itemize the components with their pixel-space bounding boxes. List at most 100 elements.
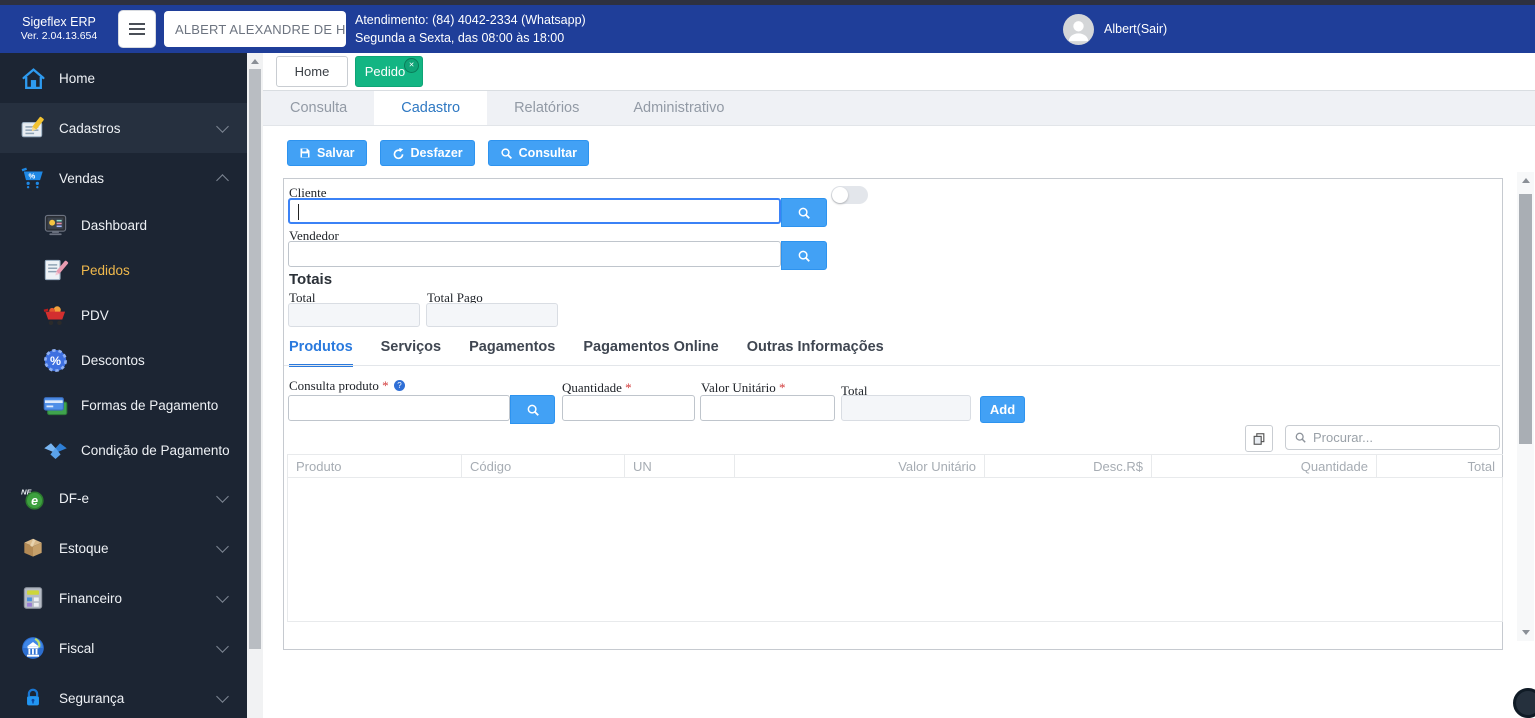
- copy-icon: [1253, 432, 1265, 445]
- sidebar-item-cadastros[interactable]: Cadastros: [0, 103, 247, 153]
- vendedor-search-button[interactable]: [781, 241, 827, 270]
- floating-action-button[interactable]: [1513, 688, 1535, 718]
- sidebar-item-dashboard[interactable]: Dashboard: [0, 203, 247, 248]
- menu-toggle-button[interactable]: [118, 10, 156, 48]
- tab-pagamentos[interactable]: Pagamentos: [469, 339, 555, 367]
- tab-pagamentos-online[interactable]: Pagamentos Online: [583, 339, 718, 367]
- sidebar-item-label: Pedidos: [81, 263, 130, 278]
- vendedor-input[interactable]: [288, 241, 781, 267]
- sidebar-item-formas-pagamento[interactable]: Formas de Pagamento: [0, 383, 247, 428]
- sidebar-item-estoque[interactable]: Estoque: [0, 523, 247, 573]
- undo-button[interactable]: Desfazer: [379, 140, 475, 166]
- tab-produtos[interactable]: Produtos: [289, 339, 353, 367]
- column-header-un[interactable]: UN: [625, 455, 735, 477]
- consulta-produto-input[interactable]: [288, 395, 510, 421]
- svg-text:%: %: [29, 171, 36, 180]
- brand: Sigeflex ERP Ver. 2.04.13.654: [0, 15, 118, 44]
- sidebar-item-pdv[interactable]: PDV: [0, 293, 247, 338]
- main-content: Home Pedido ✕ Consulta Cadastro Relatóri…: [263, 53, 1535, 718]
- sidebar-item-label: Cadastros: [59, 120, 121, 136]
- required-marker: *: [625, 380, 632, 395]
- add-item-button[interactable]: Add: [980, 396, 1025, 423]
- support-phone: Atendimento: (84) 4042-2334 (Whatsapp): [355, 12, 586, 27]
- sidebar-item-label: Dashboard: [81, 218, 148, 233]
- undo-icon: [393, 147, 403, 159]
- sidebar-item-descontos[interactable]: % Descontos: [0, 338, 247, 383]
- copy-button[interactable]: [1245, 425, 1273, 452]
- company-selector[interactable]: ALBERT ALEXANDRE DE HO: [164, 11, 346, 47]
- search-icon: [527, 404, 539, 416]
- column-header-valor-unitario[interactable]: Valor Unitário: [735, 455, 985, 477]
- sidebar-item-label: Formas de Pagamento: [81, 398, 219, 413]
- user-logout-link[interactable]: Albert(Sair): [1104, 22, 1167, 36]
- sidebar-item-label: Financeiro: [59, 590, 123, 606]
- tab-outras-informacoes[interactable]: Outras Informações: [747, 339, 884, 367]
- tab-relatorios[interactable]: Relatórios: [487, 91, 606, 125]
- chevron-down-icon: [216, 640, 229, 653]
- tab-administrativo[interactable]: Administrativo: [606, 91, 751, 125]
- orders-doc-icon: [40, 257, 70, 284]
- sales-cart-icon: %: [18, 165, 48, 191]
- action-toolbar: Salvar Desfazer Consultar: [287, 140, 1535, 166]
- sidebar-item-financeiro[interactable]: Financeiro: [0, 573, 247, 623]
- valor-unitario-label: Valor Unitário *: [701, 380, 786, 395]
- sidebar-item-dfe[interactable]: NF e DF-e: [0, 473, 247, 523]
- column-header-produto[interactable]: Produto: [287, 455, 462, 477]
- items-table-body: [287, 478, 1503, 622]
- sidebar-item-label: PDV: [81, 308, 109, 323]
- sidebar-item-home[interactable]: Home: [0, 53, 247, 103]
- column-header-desc[interactable]: Desc.R$: [985, 455, 1152, 477]
- payment-cards-icon: [40, 392, 70, 419]
- save-button[interactable]: Salvar: [287, 140, 367, 166]
- sidebar-item-fiscal[interactable]: Fiscal: [0, 623, 247, 673]
- scroll-up-arrow[interactable]: [1521, 178, 1530, 183]
- svg-text:%: %: [50, 354, 61, 368]
- sidebar-item-seguranca[interactable]: Segurança: [0, 673, 247, 718]
- window-tab-pedido[interactable]: Pedido ✕: [355, 56, 423, 87]
- window-tab-home[interactable]: Home: [276, 56, 348, 87]
- window-tab-bar: Home Pedido ✕: [263, 53, 1535, 91]
- sidebar-item-label: Descontos: [81, 353, 145, 368]
- support-info: Atendimento: (84) 4042-2334 (Whatsapp) S…: [355, 11, 586, 47]
- user-area[interactable]: Albert(Sair): [1063, 5, 1167, 53]
- panel-scrollbar[interactable]: [1517, 172, 1534, 641]
- handshake-icon: [40, 437, 70, 464]
- column-header-total[interactable]: Total: [1377, 455, 1503, 477]
- help-icon[interactable]: ?: [393, 380, 405, 391]
- scrollbar-thumb[interactable]: [1519, 194, 1532, 444]
- cliente-input[interactable]: [288, 198, 781, 224]
- stock-box-icon: [18, 535, 48, 561]
- dashboard-icon: [40, 212, 70, 239]
- brand-name: Sigeflex ERP: [22, 14, 96, 29]
- total-pago-input: [426, 303, 558, 327]
- topbar: Sigeflex ERP Ver. 2.04.13.654 ALBERT ALE…: [0, 5, 1535, 53]
- table-search-input[interactable]: Procurar...: [1285, 425, 1500, 450]
- scrollbar-thumb[interactable]: [249, 69, 261, 649]
- sidebar-item-vendas[interactable]: % Vendas: [0, 153, 247, 203]
- scroll-down-arrow[interactable]: [1521, 630, 1530, 635]
- tab-consulta[interactable]: Consulta: [263, 91, 374, 125]
- search-icon: [1295, 432, 1306, 443]
- cliente-toggle[interactable]: [831, 186, 868, 204]
- home-icon: [18, 66, 48, 91]
- scroll-up-arrow[interactable]: [251, 59, 259, 64]
- sidebar-item-label: Home: [59, 70, 96, 86]
- quantidade-input[interactable]: [562, 395, 695, 421]
- column-header-codigo[interactable]: Código: [462, 455, 625, 477]
- valor-unitario-input[interactable]: [700, 395, 835, 421]
- sidebar-item-label: Condição de Pagamento: [81, 443, 230, 458]
- avatar[interactable]: [1063, 13, 1094, 45]
- close-icon[interactable]: ✕: [404, 58, 419, 73]
- column-header-quantidade[interactable]: Quantidade: [1152, 455, 1377, 477]
- tab-servicos[interactable]: Serviços: [381, 339, 441, 367]
- sidebar-item-condicao-pagamento[interactable]: Condição de Pagamento: [0, 428, 247, 473]
- tab-cadastro[interactable]: Cadastro: [374, 91, 488, 125]
- search-icon: [501, 147, 512, 159]
- produto-search-button[interactable]: [510, 395, 555, 424]
- sidebar-item-pedidos[interactable]: Pedidos: [0, 248, 247, 293]
- query-button[interactable]: Consultar: [487, 140, 589, 166]
- chevron-down-icon: [216, 120, 229, 133]
- cliente-search-button[interactable]: [781, 198, 827, 227]
- page-scrollbar[interactable]: [247, 53, 263, 718]
- calculator-icon: [18, 585, 48, 611]
